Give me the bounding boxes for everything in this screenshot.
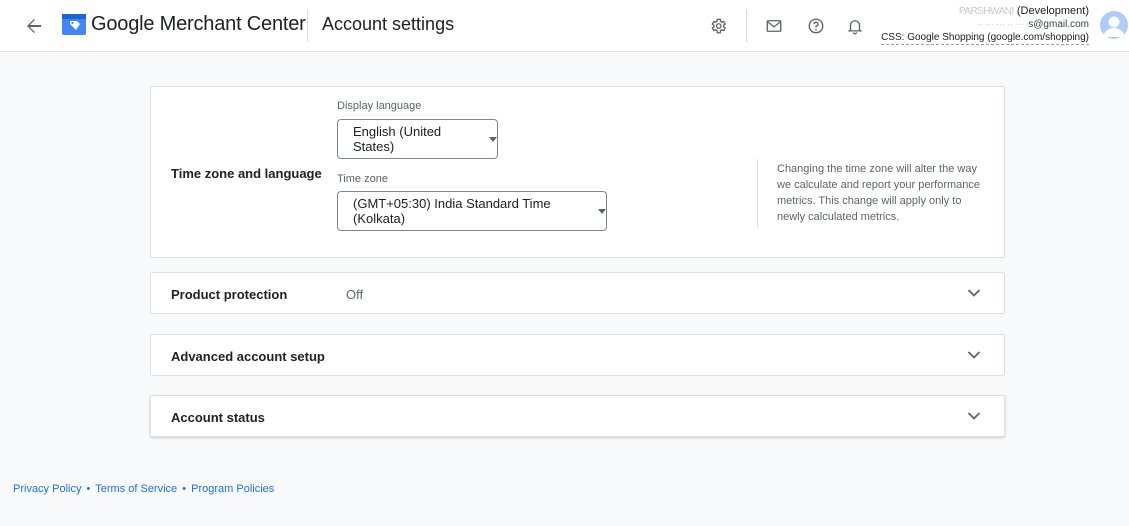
gear-icon	[711, 18, 727, 34]
footer-separator: •	[182, 483, 187, 495]
bell-icon	[847, 20, 863, 35]
mail-button[interactable]	[762, 14, 786, 38]
title-divider	[307, 10, 308, 42]
footer-links: Privacy Policy • Terms of Service • Prog…	[13, 483, 274, 495]
time-zone-value: (GMT+05:30) India Standard Time (Kolkata…	[353, 196, 551, 226]
account-email-redacted: ·· ··· ··· ·· ··· ·	[977, 19, 1029, 30]
chevron-down-icon[interactable]	[966, 347, 982, 363]
settings-button[interactable]	[706, 14, 730, 38]
display-language-label: Display language	[337, 100, 422, 112]
page-title: Account settings	[322, 14, 455, 34]
account-status-title: Account status	[171, 410, 265, 425]
account-email: ·· ··· ··· ·· ··· ·s@gmail.com	[881, 18, 1089, 31]
top-app-bar: Google Merchant Center Account settings …	[0, 0, 1129, 52]
display-language-select[interactable]: English (United States)	[337, 119, 498, 159]
time-zone-label: Time zone	[337, 173, 388, 185]
css-label: CSS: Google Shopping (google.com/shoppin…	[881, 32, 1089, 45]
program-policies-link[interactable]: Program Policies	[191, 483, 274, 495]
help-divider	[757, 159, 758, 227]
product-name[interactable]: Google Merchant Center	[91, 13, 306, 36]
chevron-down-icon[interactable]	[966, 285, 982, 301]
privacy-policy-link[interactable]: Privacy Policy	[13, 483, 81, 495]
dropdown-caret-icon	[598, 208, 606, 214]
time-zone-language-card: Time zone and language Display language …	[150, 86, 1005, 258]
account-switcher[interactable]: PARSHWANI (Development) ·· ··· ··· ·· ··…	[881, 5, 1089, 45]
account-name: PARSHWANI (Development)	[881, 5, 1089, 18]
icon-divider	[746, 10, 747, 42]
display-language-value: English (United States)	[353, 124, 442, 154]
product-name-rest: Merchant Center	[154, 13, 306, 35]
advanced-account-setup-row[interactable]: Advanced account setup	[150, 334, 1005, 376]
product-protection-title: Product protection	[171, 287, 288, 302]
time-zone-select[interactable]: (GMT+05:30) India Standard Time (Kolkata…	[337, 191, 607, 231]
help-button[interactable]	[804, 14, 828, 38]
account-name-suffix: (Development)	[1013, 5, 1089, 17]
footer-separator: •	[86, 483, 91, 495]
dropdown-caret-icon	[489, 136, 497, 142]
time-zone-help-text: Changing the time zone will alter the wa…	[777, 163, 980, 223]
arrow-back-icon	[27, 19, 41, 33]
time-zone-language-title: Time zone and language	[171, 166, 322, 181]
account-status-row[interactable]: Account status	[150, 395, 1005, 437]
chevron-down-icon[interactable]	[966, 408, 982, 424]
back-button[interactable]	[22, 14, 46, 38]
advanced-account-setup-title: Advanced account setup	[171, 349, 325, 364]
product-protection-value: Off	[346, 287, 364, 302]
product-protection-row[interactable]: Product protection Off	[150, 272, 1005, 314]
account-email-suffix: s@gmail.com	[1028, 19, 1089, 30]
notifications-button[interactable]	[843, 14, 867, 38]
mail-icon	[766, 20, 782, 32]
avatar-person-icon	[1103, 16, 1125, 37]
merchant-center-logo-icon	[62, 14, 86, 35]
avatar[interactable]	[1100, 11, 1128, 39]
account-name-redacted: PARSHWANI	[958, 6, 1014, 17]
help-icon	[808, 18, 824, 34]
product-name-google: Google	[91, 13, 155, 35]
terms-of-service-link[interactable]: Terms of Service	[95, 483, 177, 495]
